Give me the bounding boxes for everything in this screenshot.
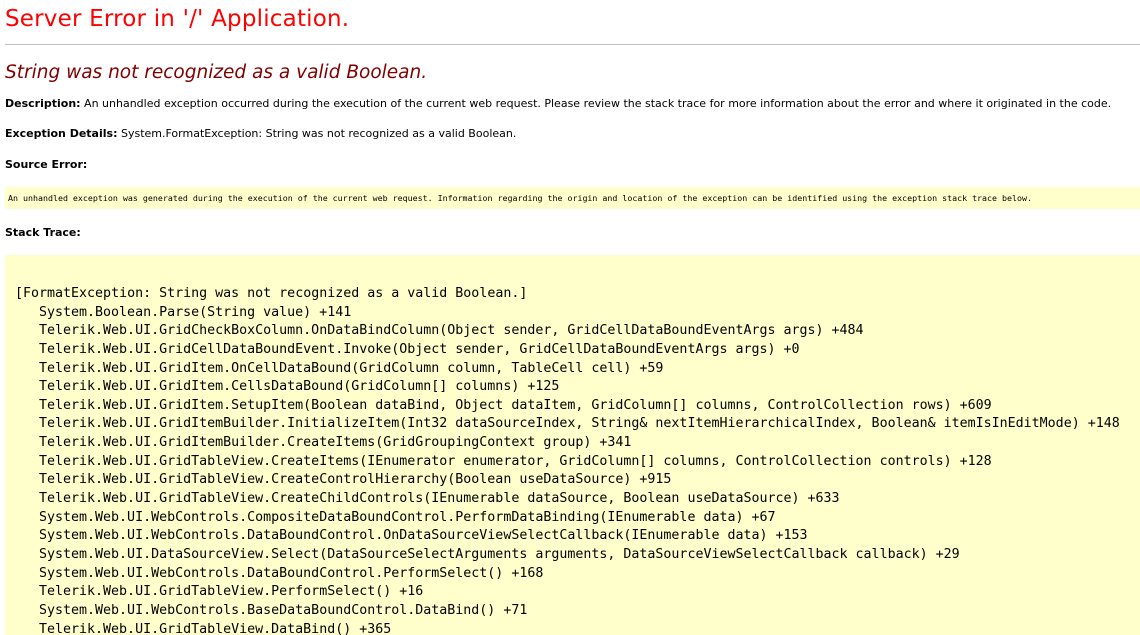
stack-frame: System.Web.UI.WebControls.CompositeDataB… xyxy=(39,509,776,525)
stack-frame: Telerik.Web.UI.GridTableView.CreateContr… xyxy=(39,472,672,488)
stack-frame: Telerik.Web.UI.GridItemBuilder.CreateIte… xyxy=(39,435,632,451)
stack-trace-label: Stack Trace: xyxy=(5,226,81,239)
source-error-label: Source Error: xyxy=(5,158,88,171)
stack-frame: System.Web.UI.WebControls.DataBoundContr… xyxy=(39,565,544,581)
description-label: Description: xyxy=(5,97,81,110)
stack-frame: Telerik.Web.UI.GridCheckBoxColumn.OnData… xyxy=(39,323,864,339)
page-title: Server Error in '/' Application. xyxy=(5,6,350,32)
exception-details-label: Exception Details: xyxy=(5,127,118,140)
stack-frame: Telerik.Web.UI.GridTableView.DataBind() … xyxy=(39,621,392,635)
exception-details-section: Exception Details: System.FormatExceptio… xyxy=(5,127,1135,141)
stack-frame: Telerik.Web.UI.GridCellDataBoundEvent.In… xyxy=(39,341,800,357)
stack-frame: Telerik.Web.UI.GridItemBuilder.Initializ… xyxy=(39,416,1120,432)
stack-trace-box: [FormatException: String was not recogni… xyxy=(5,255,1140,635)
exception-details-text: System.FormatException: String was not r… xyxy=(120,127,517,140)
error-message: String was not recognized as a valid Boo… xyxy=(5,62,428,83)
stack-trace-section: Stack Trace: xyxy=(5,226,1135,240)
description-section: Description: An unhandled exception occu… xyxy=(5,97,1135,111)
stack-frame: Telerik.Web.UI.GridTableView.CreateItems… xyxy=(39,453,992,469)
stack-frame: System.Web.UI.WebControls.BaseDataBoundC… xyxy=(39,602,528,618)
stack-frame: System.Web.UI.WebControls.DataBoundContr… xyxy=(39,528,808,544)
stack-frame: Telerik.Web.UI.GridItem.CellsDataBound(G… xyxy=(39,379,560,395)
source-error-section: Source Error: xyxy=(5,158,1135,172)
source-error-box: An unhandled exception was generated dur… xyxy=(5,187,1140,209)
error-page: Server Error in '/' Application. String … xyxy=(0,0,1140,635)
stack-frame: Telerik.Web.UI.GridTableView.CreateChild… xyxy=(39,491,840,507)
stack-frame: System.Web.UI.DataSourceView.Select(Data… xyxy=(39,546,960,562)
stack-frame: Telerik.Web.UI.GridItem.SetupItem(Boolea… xyxy=(39,397,992,413)
stack-frame: System.Boolean.Parse(String value) +141 xyxy=(39,304,352,320)
stack-frame: Telerik.Web.UI.GridItem.OnCellDataBound(… xyxy=(39,360,664,376)
description-text: An unhandled exception occurred during t… xyxy=(84,97,1112,110)
title-divider xyxy=(5,44,1140,45)
stack-trace-header: [FormatException: String was not recogni… xyxy=(15,286,528,301)
stack-frame: Telerik.Web.UI.GridTableView.PerformSele… xyxy=(39,584,424,600)
